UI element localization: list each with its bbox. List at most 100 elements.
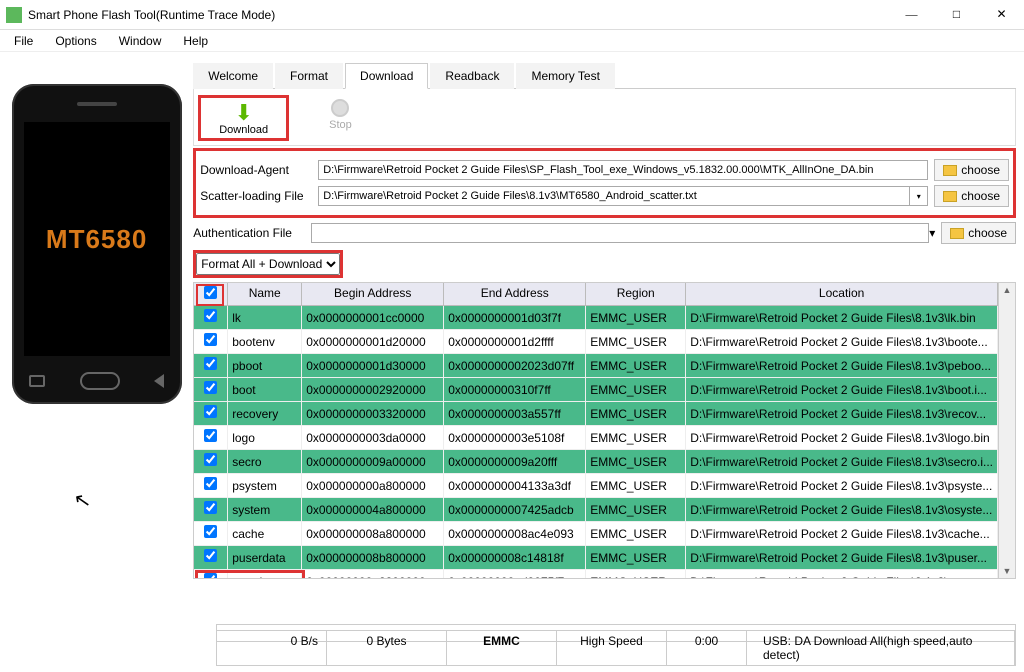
choose-auth-button[interactable]: choose [941, 222, 1016, 244]
cell-begin: 0x00000000a8800000 [302, 570, 444, 579]
row-checkbox[interactable] [204, 525, 217, 538]
row-checkbox[interactable] [204, 333, 217, 346]
auth-dropdown-icon[interactable]: ▾ [929, 226, 935, 240]
menu-help[interactable]: Help [173, 32, 218, 50]
table-row[interactable]: lk0x0000000001cc00000x0000000001d03f7fEM… [194, 306, 998, 330]
menu-window[interactable]: Window [109, 32, 172, 50]
row-checkbox[interactable] [204, 405, 217, 418]
cell-begin: 0x000000004a800000 [302, 498, 444, 522]
cell-location: D:\Firmware\Retroid Pocket 2 Guide Files… [686, 426, 998, 450]
cell-region: EMMC_USER [586, 522, 686, 546]
phone-mockup: BM MT6580 [12, 84, 182, 404]
menu-file[interactable]: File [4, 32, 43, 50]
col-begin[interactable]: Begin Address [302, 283, 444, 305]
tab-download[interactable]: Download [345, 63, 428, 89]
status-usb: USB: DA Download All(high speed,auto det… [747, 631, 1015, 665]
cell-name: cache [228, 522, 302, 546]
download-button[interactable]: ⬇ Download [198, 95, 289, 141]
folder-icon [943, 191, 957, 202]
cell-location: D:\Firmware\Retroid Pocket 2 Guide Files… [686, 378, 998, 402]
cell-end: 0x00000000310f7ff [444, 378, 586, 402]
close-button[interactable]: ✕ [979, 0, 1024, 29]
row-checkbox[interactable] [204, 309, 217, 322]
chipset-label: MT6580 [46, 224, 147, 255]
status-rate: 0 B/s [217, 631, 327, 665]
cell-end: 0x0000000004133a3df [444, 474, 586, 498]
folder-icon [943, 165, 957, 176]
table-row[interactable]: boot0x00000000029200000x00000000310f7ffE… [194, 378, 998, 402]
cell-region: EMMC_USER [586, 330, 686, 354]
row-checkbox[interactable] [204, 453, 217, 466]
table-row[interactable]: psystem0x000000000a8000000x0000000004133… [194, 474, 998, 498]
table-row[interactable]: recovery0x00000000033200000x0000000003a5… [194, 402, 998, 426]
tab-readback[interactable]: Readback [430, 63, 514, 89]
table-row[interactable]: secro0x0000000009a000000x0000000009a20ff… [194, 450, 998, 474]
col-name[interactable]: Name [228, 283, 302, 305]
maximize-button[interactable]: □ [934, 0, 979, 29]
vertical-scrollbar[interactable]: ▲ ▼ [998, 283, 1015, 578]
table-row[interactable]: bootenv0x0000000001d200000x0000000001d2f… [194, 330, 998, 354]
file-config-group: Download-Agent choose Scatter-loading Fi… [193, 148, 1016, 218]
cell-region: EMMC_USER [586, 570, 686, 579]
menu-options[interactable]: Options [45, 32, 106, 50]
col-region[interactable]: Region [586, 283, 686, 305]
row-checkbox[interactable] [204, 477, 217, 490]
row-checkbox[interactable] [204, 357, 217, 370]
cell-end: 0x0000000001d03f7f [444, 306, 586, 330]
tab-welcome[interactable]: Welcome [193, 63, 273, 89]
cell-end: 0x0000000007425adcb [444, 498, 586, 522]
auth-path-input[interactable] [311, 223, 929, 243]
scatter-dropdown-icon[interactable]: ▾ [910, 186, 928, 206]
stop-button[interactable]: Stop [329, 99, 352, 131]
partition-grid: Name Begin Address End Address Region Lo… [193, 282, 1016, 579]
scroll-down-icon[interactable]: ▼ [1003, 566, 1012, 576]
row-checkbox[interactable] [204, 549, 217, 562]
cell-location: D:\Firmware\Retroid Pocket 2 Guide Files… [686, 306, 998, 330]
cell-region: EMMC_USER [586, 450, 686, 474]
choose-da-button[interactable]: choose [934, 159, 1009, 181]
col-location[interactable]: Location [686, 283, 998, 305]
cell-region: EMMC_USER [586, 498, 686, 522]
table-row[interactable]: system0x000000004a8000000x0000000007425a… [194, 498, 998, 522]
scatter-label: Scatter-loading File [200, 189, 318, 203]
scroll-up-icon[interactable]: ▲ [1003, 285, 1012, 295]
cell-location: D:\Firmware\Retroid Pocket 2 Guide Files… [686, 546, 998, 570]
cell-name: psystem [228, 474, 302, 498]
cell-begin: 0x000000008b800000 [302, 546, 444, 570]
stop-icon [331, 99, 349, 117]
row-checkbox[interactable] [204, 501, 217, 514]
da-path-input[interactable] [318, 160, 928, 180]
cell-end: 0x0000000003e5108f [444, 426, 586, 450]
tab-format[interactable]: Format [275, 63, 343, 89]
cell-end: 0x00000000ad9075f7 [444, 570, 586, 579]
scatter-path-input[interactable] [318, 186, 910, 206]
cell-name: secro [228, 450, 302, 474]
cell-name: puserdata [228, 546, 302, 570]
cell-location: D:\Firmware\Retroid Pocket 2 Guide Files… [686, 474, 998, 498]
window-title: Smart Phone Flash Tool(Runtime Trace Mod… [28, 8, 889, 22]
cell-location: D:\Firmware\Retroid Pocket 2 Guide Files… [686, 570, 998, 579]
table-row[interactable]: cache0x000000008a8000000x0000000008ac4e0… [194, 522, 998, 546]
col-end[interactable]: End Address [444, 283, 586, 305]
cell-begin: 0x000000000a800000 [302, 474, 444, 498]
cell-begin: 0x0000000001d30000 [302, 354, 444, 378]
row-checkbox[interactable] [204, 381, 217, 394]
cell-location: D:\Firmware\Retroid Pocket 2 Guide Files… [686, 330, 998, 354]
cell-name: system [228, 498, 302, 522]
choose-scatter-button[interactable]: choose [934, 185, 1009, 207]
cell-name: bootenv [228, 330, 302, 354]
status-storage: EMMC [447, 631, 557, 665]
cell-begin: 0x0000000001d20000 [302, 330, 444, 354]
cell-end: 0x0000000003a557ff [444, 402, 586, 426]
tab-memory-test[interactable]: Memory Test [516, 63, 614, 89]
row-checkbox[interactable] [204, 429, 217, 442]
minimize-button[interactable]: — [889, 0, 934, 29]
table-row[interactable]: puserdata0x000000008b8000000x000000008c1… [194, 546, 998, 570]
cell-begin: 0x000000008a800000 [302, 522, 444, 546]
cell-end: 0x0000000009a20fff [444, 450, 586, 474]
table-row[interactable]: userdata0x00000000a88000000x00000000ad90… [194, 570, 998, 578]
table-row[interactable]: logo0x0000000003da00000x0000000003e5108f… [194, 426, 998, 450]
operation-select[interactable]: Format All + Download [196, 253, 340, 275]
table-row[interactable]: pboot0x0000000001d300000x0000000002023d0… [194, 354, 998, 378]
cell-region: EMMC_USER [586, 474, 686, 498]
